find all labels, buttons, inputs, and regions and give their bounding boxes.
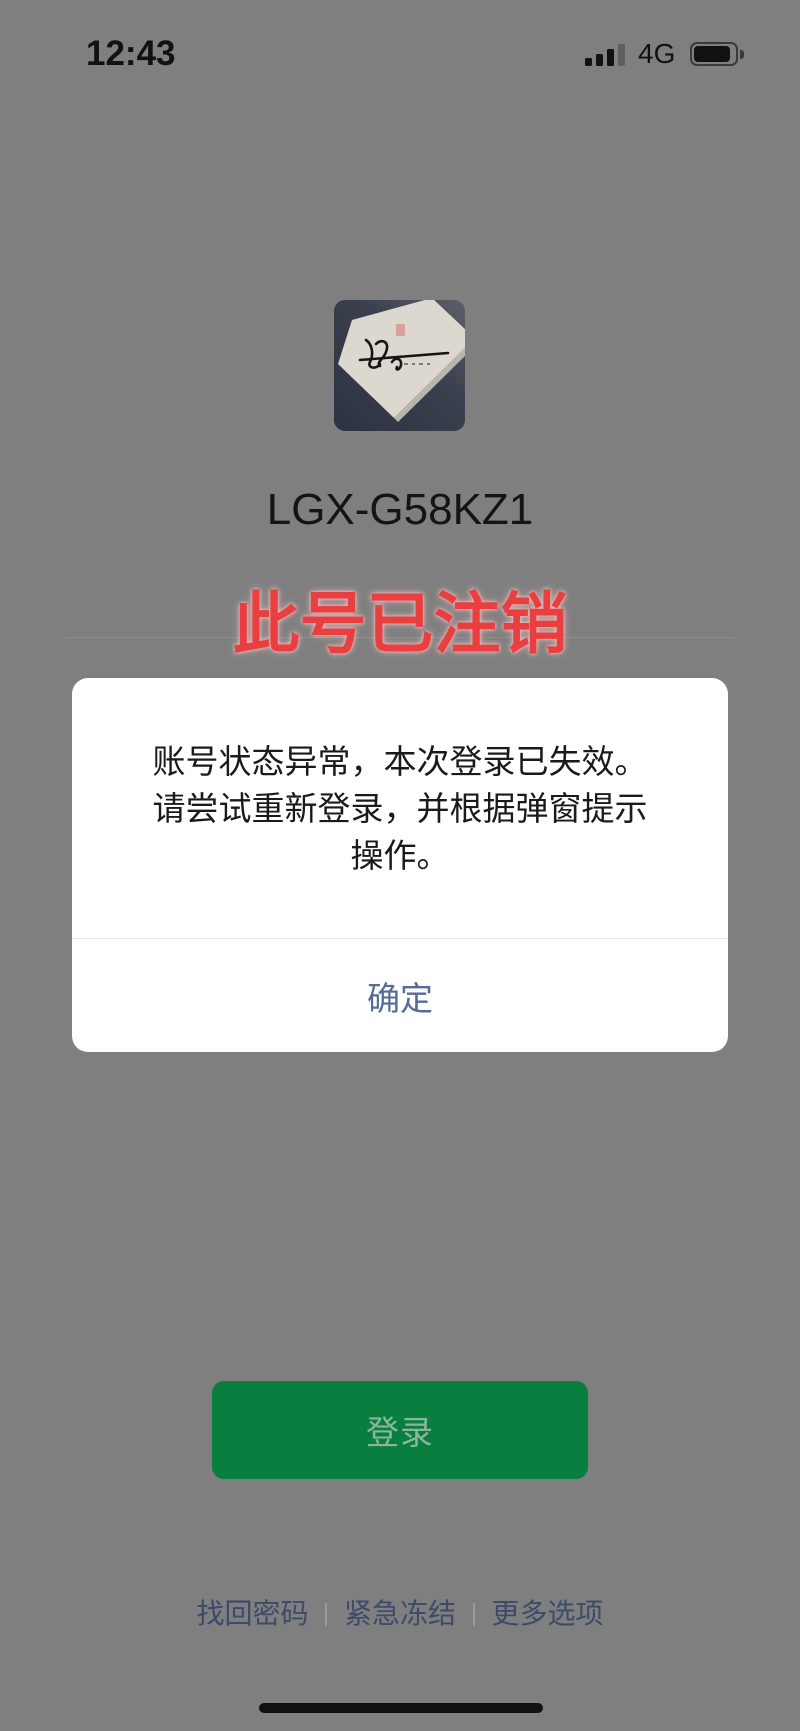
dialog-message-line: 账号状态异常，本次登录已失效。 — [152, 742, 648, 781]
dialog-message: 账号状态异常，本次登录已失效。 请尝试重新登录，并根据弹窗提示 操作。 — [92, 738, 708, 879]
dialog-message-line: 请尝试重新登录，并根据弹窗提示 — [152, 789, 648, 828]
login-screen: 12:43 4G LGX-G58KZ1 此号已注销 账号状态异常，本次登录已失效… — [0, 0, 800, 1731]
more-options-link[interactable]: 更多选项 — [492, 1597, 604, 1631]
avatar-image — [334, 300, 465, 431]
battery-tip — [740, 50, 744, 59]
deactivated-stamp: 此号已注销 — [232, 585, 568, 663]
footer-links: 找回密码 紧急冻结 更多选项 — [0, 1597, 800, 1631]
signal-bar — [585, 58, 592, 66]
status-time: 12:43 — [86, 34, 176, 73]
avatar — [334, 300, 465, 431]
signal-bar — [618, 44, 625, 66]
dialog-message-line: 操作。 — [350, 836, 450, 875]
footer-separator — [325, 1602, 327, 1626]
confirm-button[interactable]: 确定 — [72, 939, 728, 1052]
battery-icon — [690, 42, 738, 66]
footer-separator — [473, 1602, 475, 1626]
signal-bar — [607, 49, 614, 66]
username: LGX-G58KZ1 — [266, 485, 534, 534]
signal-icon — [585, 42, 627, 66]
signal-bar — [596, 54, 603, 66]
login-button[interactable]: 登录 — [212, 1381, 588, 1479]
recover-password-link[interactable]: 找回密码 — [196, 1597, 308, 1631]
battery-level-fill — [694, 46, 730, 62]
emergency-freeze-link[interactable]: 紧急冻结 — [344, 1597, 456, 1631]
network-type: 4G — [638, 38, 676, 69]
home-indicator[interactable] — [259, 1703, 543, 1713]
alert-dialog: 账号状态异常，本次登录已失效。 请尝试重新登录，并根据弹窗提示 操作。 确定 — [72, 678, 728, 1052]
login-button-label: 登录 — [366, 1413, 434, 1452]
